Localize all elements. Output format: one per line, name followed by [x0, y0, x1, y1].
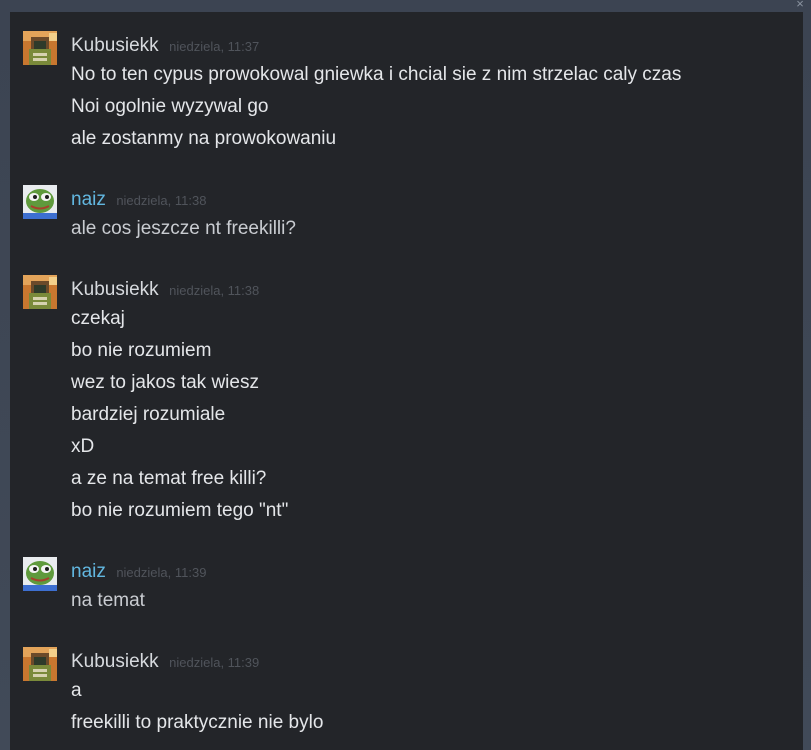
- chat-window: × Kubusiekk niedziela, 11:37 No to ten c…: [0, 0, 811, 750]
- message-timestamp: niedziela, 11:39: [169, 655, 260, 670]
- message-body: na temat: [71, 585, 145, 617]
- pepe-frog-avatar-icon[interactable]: [23, 185, 57, 219]
- sender-name[interactable]: Kubusiekk: [71, 35, 159, 56]
- message-line: bo nie rozumiem: [71, 340, 212, 361]
- message-timestamp: niedziela, 11:38: [116, 193, 207, 208]
- message-line: freekilli to praktycznie nie bylo: [71, 712, 324, 733]
- message-header: Kubusiekk niedziela, 11:37: [71, 35, 259, 57]
- message-body: a freekilli to praktycznie nie bylo: [71, 675, 323, 739]
- message-header: naiz niedziela, 11:38: [71, 189, 206, 211]
- sender-name[interactable]: naiz: [71, 189, 106, 210]
- sender-name[interactable]: Kubusiekk: [71, 651, 159, 672]
- chat-history[interactable]: Kubusiekk niedziela, 11:37 No to ten cyp…: [10, 12, 803, 750]
- message-body: ale cos jeszcze nt freekilli?: [71, 213, 296, 245]
- message-line: a: [71, 680, 82, 701]
- message-timestamp: niedziela, 11:37: [169, 39, 260, 54]
- message-line: bo nie rozumiem tego "nt": [71, 500, 289, 521]
- message-line: xD: [71, 436, 95, 457]
- close-icon[interactable]: ×: [793, 0, 807, 11]
- message-line: No to ten cypus prowokowal gniewka i chc…: [71, 64, 682, 85]
- message-timestamp: niedziela, 11:39: [116, 565, 207, 580]
- message-timestamp: niedziela, 11:38: [169, 283, 260, 298]
- message-line: ale zostanmy na prowokowaniu: [71, 128, 337, 149]
- message-body: No to ten cypus prowokowal gniewka i chc…: [71, 59, 681, 155]
- sender-name[interactable]: Kubusiekk: [71, 279, 159, 300]
- kubusiekk-avatar-icon[interactable]: [23, 31, 57, 65]
- message-line: wez to jakos tak wiesz: [71, 372, 259, 393]
- message-line: ale cos jeszcze nt freekilli?: [71, 218, 296, 239]
- message-line: a ze na temat free killi?: [71, 468, 267, 489]
- message-body: czekaj bo nie rozumiem wez to jakos tak …: [71, 303, 288, 527]
- message-line: na temat: [71, 590, 145, 611]
- pepe-frog-avatar-icon[interactable]: [23, 557, 57, 591]
- message-header: Kubusiekk niedziela, 11:38: [71, 279, 259, 301]
- kubusiekk-avatar-icon[interactable]: [23, 647, 57, 681]
- message-header: Kubusiekk niedziela, 11:39: [71, 651, 259, 673]
- message-header: naiz niedziela, 11:39: [71, 561, 206, 583]
- kubusiekk-avatar-icon[interactable]: [23, 275, 57, 309]
- message-line: bardziej rozumiale: [71, 404, 226, 425]
- message-line: czekaj: [71, 308, 125, 329]
- sender-name[interactable]: naiz: [71, 561, 106, 582]
- message-line: Noi ogolnie wyzywal go: [71, 96, 269, 117]
